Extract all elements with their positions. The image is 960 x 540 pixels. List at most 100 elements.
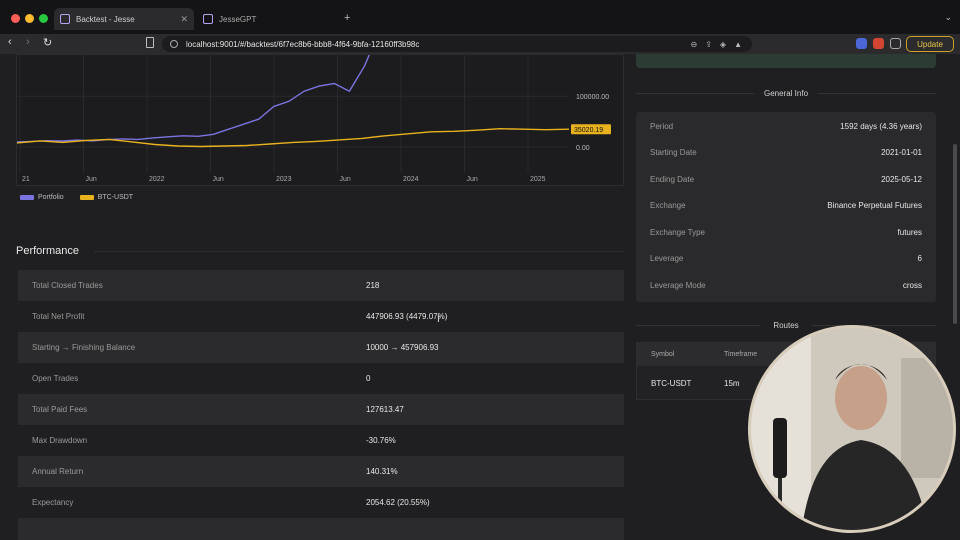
equity-chart: 21Jun2022Jun2023Jun2024Jun2025200000.001… xyxy=(16,54,624,186)
info-label: Starting Date xyxy=(650,148,697,158)
x-tick-label: 2025 xyxy=(530,176,546,183)
legend-label: BTC-USDT xyxy=(97,194,134,201)
legend-item-portfolio[interactable]: Portfolio xyxy=(20,194,64,201)
series-line-btc-usdt xyxy=(17,127,570,148)
rewards-icon[interactable]: ▲ xyxy=(734,40,742,49)
info-row: Starting Date 2021-01-01 xyxy=(636,140,936,167)
status-banner xyxy=(636,54,936,68)
tab-title: JesseGPT xyxy=(219,14,257,24)
info-label: Leverage Mode xyxy=(650,280,706,290)
x-tick-label: Jun xyxy=(340,176,351,183)
legend-item-btc-usdt[interactable]: BTC-USDT xyxy=(79,194,134,201)
metric-value: -30.76% xyxy=(366,436,396,445)
performance-title: Performance xyxy=(16,245,79,257)
table-row: Open Trades 0 xyxy=(18,363,624,394)
site-info-icon[interactable] xyxy=(170,40,178,48)
route-timeframe: 15m xyxy=(724,378,740,388)
x-tick-label: 2023 xyxy=(276,176,292,183)
info-label: Period xyxy=(650,121,674,131)
table-row: Total Paid Fees 127613.47 xyxy=(18,394,624,425)
shield-icon[interactable]: ◈ xyxy=(720,40,726,49)
metric-label: Total Closed Trades xyxy=(32,281,103,290)
metric-value: 0 xyxy=(366,374,371,383)
metric-label: Total Paid Fees xyxy=(32,405,88,414)
reload-icon[interactable]: ↻ xyxy=(43,36,52,49)
info-row: Period 1592 days (4.36 years) xyxy=(636,113,936,140)
metric-value: 218 xyxy=(366,281,380,290)
extensions-puzzle-icon[interactable] xyxy=(890,38,901,49)
table-row: Expectancy 2054.62 (20.55%) xyxy=(18,487,624,518)
window-zoom-button[interactable] xyxy=(39,14,48,23)
url-text: localhost:9001/#/backtest/6f7ec8b6-bbb8-… xyxy=(186,39,420,49)
metric-label: Starting → Finishing Balance xyxy=(32,343,136,352)
last-value-label: 35020.19 xyxy=(574,127,603,134)
performance-table: Total Closed Trades 218 Total Net Profit 4… xyxy=(18,270,624,540)
metric-label: Expectancy xyxy=(32,498,74,507)
legend-swatch xyxy=(20,195,34,200)
tab-jessegpt[interactable]: JesseGPT xyxy=(197,8,337,30)
update-button[interactable]: Update xyxy=(906,36,954,52)
general-info-card: Period 1592 days (4.36 years) Starting Da… xyxy=(636,112,936,302)
info-value: futures xyxy=(897,227,922,237)
tab-title: Backtest - Jesse xyxy=(76,14,135,24)
legend-swatch xyxy=(79,195,94,200)
metric-value: 127613.47 xyxy=(366,405,404,414)
page-scrollbar[interactable] xyxy=(953,144,957,324)
metric-label: Annual Return xyxy=(32,467,84,476)
column-header: Symbol xyxy=(651,351,675,358)
window-minimize-button[interactable] xyxy=(25,14,34,23)
zoom-icon[interactable]: ⊖ xyxy=(691,40,698,49)
table-row: Starting → Finishing Balance 10000 → 4579… xyxy=(18,332,624,363)
table-row xyxy=(18,518,624,540)
tab-list-chevron-icon[interactable]: ⌄ xyxy=(944,12,952,23)
x-tick-label: 2024 xyxy=(403,176,419,183)
browser-tab-bar: Backtest - Jesse ✕ JesseGPT + ⌄ xyxy=(0,0,960,34)
bookmark-icon[interactable] xyxy=(146,37,154,48)
share-icon[interactable]: ⇪ xyxy=(705,40,712,49)
tab-backtest[interactable]: Backtest - Jesse ✕ xyxy=(54,8,194,30)
close-tab-icon[interactable]: ✕ xyxy=(180,14,188,25)
info-row: Leverage Mode cross xyxy=(636,272,936,299)
metric-value: 10000 → 457906.93 xyxy=(366,343,439,352)
column-header: Timeframe xyxy=(724,351,758,358)
info-row: Ending Date 2025-05-12 xyxy=(636,166,936,193)
info-row: Exchange Type futures xyxy=(636,219,936,246)
back-arrow-icon[interactable]: ‹ xyxy=(8,36,12,48)
address-bar[interactable]: localhost:9001/#/backtest/6f7ec8b6-bbb8-… xyxy=(162,36,752,52)
info-value: 1592 days (4.36 years) xyxy=(840,121,922,131)
route-symbol: BTC-USDT xyxy=(651,378,692,388)
table-row: Total Closed Trades 218 xyxy=(18,270,624,301)
extension-icon[interactable] xyxy=(873,38,884,49)
info-value: 6 xyxy=(917,254,922,264)
metric-label: Total Net Profit xyxy=(32,312,85,321)
y-tick-label: 100000.00 xyxy=(576,94,609,101)
info-label: Exchange xyxy=(650,201,686,211)
new-tab-button[interactable]: + xyxy=(344,12,350,24)
metric-value: 2054.62 (20.55%) xyxy=(366,498,430,507)
info-label: Leverage xyxy=(650,254,684,264)
x-tick-label: Jun xyxy=(86,176,97,183)
window-close-button[interactable] xyxy=(11,14,20,23)
info-row: Leverage 6 xyxy=(636,246,936,273)
metric-label: Max Drawdown xyxy=(32,436,88,445)
table-row: Max Drawdown -30.76% xyxy=(18,425,624,456)
metric-label: Open Trades xyxy=(32,374,79,383)
info-value: 2021-01-01 xyxy=(881,148,922,158)
table-row: Total Net Profit 447906.93 (4479.07%) xyxy=(18,301,624,332)
webcam-overlay xyxy=(748,325,956,533)
info-value: 2025-05-12 xyxy=(881,174,922,184)
general-info-title: General Info xyxy=(763,89,809,98)
divider xyxy=(94,251,624,252)
metric-value: 447906.93 (4479.07%) xyxy=(366,312,448,321)
equity-chart-svg: 21Jun2022Jun2023Jun2024Jun2025200000.001… xyxy=(17,55,611,183)
text-cursor-icon: I xyxy=(437,314,440,325)
forward-arrow-icon[interactable]: › xyxy=(26,36,30,48)
legend-label: Portfolio xyxy=(38,194,64,201)
info-row: Exchange Binance Perpetual Futures xyxy=(636,193,936,220)
metric-value: 140.31% xyxy=(366,467,398,476)
extension-icon[interactable] xyxy=(856,38,867,49)
x-tick-label: 21 xyxy=(22,176,30,183)
x-tick-label: Jun xyxy=(467,176,478,183)
info-value: cross xyxy=(902,280,922,290)
info-label: Ending Date xyxy=(650,174,695,184)
